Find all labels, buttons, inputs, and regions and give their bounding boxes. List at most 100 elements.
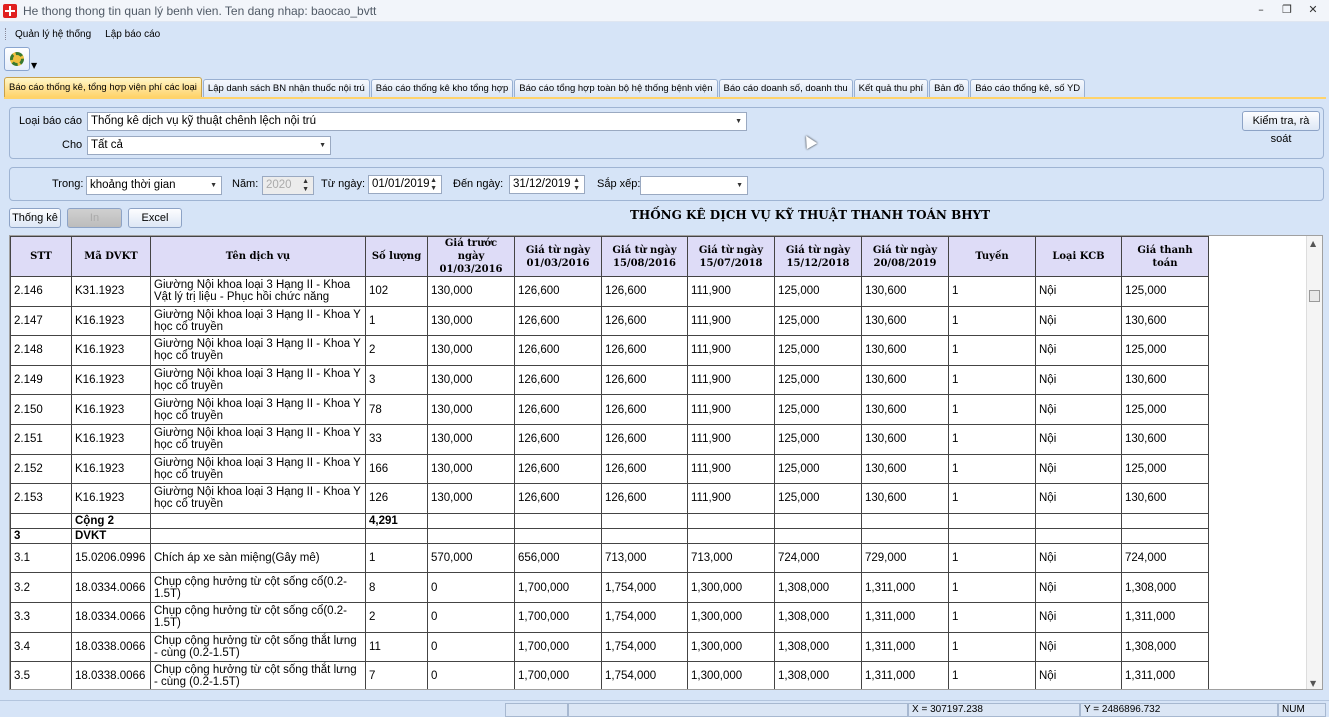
table-cell: 1,700,000 [514, 601, 602, 633]
table-row[interactable]: 2.152 K16.1923 Giường Nội khoa loại 3 Hạng… [10, 453, 1209, 485]
sort-select[interactable]: ▼ [640, 176, 748, 195]
table-cell: Nội [1035, 335, 1122, 366]
vertical-scrollbar[interactable]: ▲ ▼ [1306, 236, 1322, 689]
column-header[interactable]: Giá từ ngày 15/07/2018 [687, 236, 775, 277]
from-date-picker[interactable]: 01/01/2019 ▲ ▼ [368, 175, 442, 194]
table-cell: 1,308,000 [1121, 631, 1209, 663]
table-row[interactable]: 3.4 18.0338.0066 Chụp cộng hưởng từ cột số… [10, 631, 1209, 663]
table-cell: 130,000 [427, 335, 515, 366]
column-header[interactable]: Giá từ ngày 01/03/2016 [514, 236, 602, 277]
table-cell: 1 [948, 364, 1036, 396]
period-select[interactable]: khoảng thời gian ▼ [86, 176, 222, 195]
menu-reports[interactable]: Lập báo cáo [98, 29, 167, 40]
check-review-button[interactable]: Kiểm tra, rà soát [1242, 111, 1320, 145]
to-date-picker[interactable]: 31/12/2019 ▲ ▼ [509, 175, 585, 194]
table-cell: 130,600 [861, 483, 949, 514]
table-cell [948, 527, 1036, 544]
table-row[interactable]: 3.5 18.0338.0066 Chụp cộng hưởng từ cột số… [10, 661, 1209, 689]
table-row[interactable]: 3.2 18.0334.0066 Chụp cộng hưởng từ cột số… [10, 572, 1209, 603]
column-header[interactable]: Số lượng [365, 236, 428, 277]
table-row[interactable]: 2.146 K31.1923 Giường Nội khoa loại 3 Hạng… [10, 276, 1209, 307]
table-row[interactable]: 3.1 15.0206.0996 Chích áp xe sàn miệng(Gây… [10, 542, 1209, 574]
toolbar-dropdown-arrow-icon[interactable]: ▼ [31, 61, 37, 70]
column-header[interactable]: Giá thanh toán [1121, 236, 1209, 277]
column-header[interactable]: Tuyến [948, 236, 1036, 277]
table-row[interactable]: 2.149 K16.1923 Giường Nội khoa loại 3 Hạng… [10, 364, 1209, 396]
table-cell: 126,600 [514, 453, 602, 485]
column-header[interactable]: Giá trước ngày 01/03/2016 [427, 236, 515, 277]
table-cell: 166 [365, 453, 428, 485]
table-cell: 3 [365, 364, 428, 396]
restore-button[interactable]: ❐ [1277, 2, 1297, 18]
table-cell: 130,000 [427, 276, 515, 307]
table-row[interactable]: 2.147 K16.1923 Giường Nội khoa loại 3 Hạng… [10, 305, 1209, 337]
table-cell: 126,600 [601, 305, 688, 337]
year-spinner[interactable]: 2020 ▲ ▼ [262, 176, 314, 195]
table-cell: 1,300,000 [687, 601, 775, 633]
for-select[interactable]: Tất cả ▼ [87, 136, 331, 155]
table-cell: 1,311,000 [1121, 601, 1209, 633]
report-type-select[interactable]: Thống kê dịch vụ kỹ thuật chênh lệch nội… [87, 112, 747, 131]
tab-fee-statistics[interactable]: Báo cáo thống kê, tổng hợp viện phí các … [4, 77, 202, 97]
table-cell: 125,000 [1121, 394, 1209, 425]
settings-gear-icon[interactable] [4, 47, 30, 71]
column-header[interactable]: Giá từ ngày 20/08/2019 [861, 236, 949, 277]
tab-warehouse-statistics[interactable]: Báo cáo thống kê kho tổng hợp [370, 79, 514, 97]
table-cell: 7 [365, 661, 428, 689]
stats-button[interactable]: Thống kê [9, 208, 61, 228]
table-row[interactable]: 2.150 K16.1923 Giường Nội khoa loại 3 Hạng… [10, 394, 1209, 425]
excel-button[interactable]: Excel [128, 208, 182, 228]
tab-yd-statistics[interactable]: Báo cáo thống kê, số YD [970, 79, 1086, 97]
menu-system[interactable]: Quản lý hệ thống [8, 29, 98, 40]
column-header[interactable]: Loại KCB [1035, 236, 1122, 277]
table-cell [948, 512, 1036, 529]
table-row[interactable]: 3.3 18.0334.0066 Chụp cộng hưởng từ cột số… [10, 601, 1209, 633]
table-row[interactable]: 2.153 K16.1923 Giường Nội khoa loại 3 Hạng… [10, 483, 1209, 514]
tab-hospital-summary[interactable]: Báo cáo tổng hợp toàn bộ hệ thống bệnh v… [514, 79, 718, 97]
table-cell: 126,600 [601, 453, 688, 485]
print-button[interactable]: In [67, 208, 122, 228]
window-title: He thong thong tin quan lý benh vien. Te… [23, 3, 377, 18]
table-cell: 570,000 [427, 542, 515, 574]
table-cell: 1 [948, 335, 1036, 366]
scroll-thumb[interactable] [1309, 290, 1320, 302]
table-cell: 130,000 [427, 305, 515, 337]
column-header[interactable]: Mã DVKT [71, 236, 151, 277]
table-cell: 130,600 [1121, 483, 1209, 514]
table-cell: 130,600 [861, 394, 949, 425]
table-row[interactable]: 2.148 K16.1923 Giường Nội khoa loại 3 Hạng… [10, 335, 1209, 366]
for-label: Cho [62, 139, 83, 151]
table-cell: 1,754,000 [601, 631, 688, 663]
scroll-up-icon[interactable]: ▲ [1310, 239, 1316, 248]
tab-fee-results[interactable]: Kết quả thu phí [853, 79, 929, 97]
chevron-down-icon: ▼ [319, 142, 326, 149]
column-header[interactable]: Tên dịch vụ [150, 236, 366, 277]
chevron-down-icon: ▼ [210, 182, 217, 189]
table-cell: 2.147 [10, 305, 72, 337]
table-cell: Nội [1035, 305, 1122, 337]
tab-map[interactable]: Bản đồ [929, 79, 970, 97]
table-row[interactable]: Cộng 2 4,291 [10, 512, 1209, 529]
table-cell: 18.0334.0066 [71, 572, 151, 603]
table-cell: Nội [1035, 631, 1122, 663]
minimize-button[interactable]: – [1251, 2, 1271, 18]
tab-revenue[interactable]: Báo cáo doanh số, doanh thu [718, 79, 853, 97]
table-cell: 130,000 [427, 483, 515, 514]
table-cell: 130,600 [861, 305, 949, 337]
table-cell: K16.1923 [71, 483, 151, 514]
column-header[interactable]: Giá từ ngày 15/12/2018 [774, 236, 862, 277]
scroll-down-icon[interactable]: ▼ [1310, 679, 1316, 688]
tab-inpatient-medicine-list[interactable]: Lập danh sách BN nhận thuốc nội trú [202, 79, 370, 97]
table-cell: Chụp cộng hưởng từ cột sống cổ(0.2-1.5T) [150, 572, 366, 603]
table-cell: Chụp cộng hưởng từ cột sống cổ(0.2-1.5T) [150, 601, 366, 633]
table-row[interactable]: 2.151 K16.1923 Giường Nội khoa loại 3 Hạng… [10, 423, 1209, 455]
close-button[interactable]: ✕ [1303, 2, 1323, 18]
table-cell: 1 [948, 631, 1036, 663]
table-cell: 130,600 [861, 276, 949, 307]
table-row[interactable]: 3 DVKT [10, 527, 1209, 544]
report-grid[interactable]: STT Mã DVKT Tên dịch vụ Số lượng Giá trước n… [9, 235, 1323, 690]
column-header[interactable]: STT [10, 236, 72, 277]
column-header[interactable]: Giá từ ngày 15/08/2016 [601, 236, 688, 277]
table-cell: 125,000 [774, 483, 862, 514]
report-type-group: Loại báo cáo Thống kê dịch vụ kỹ thuật c… [9, 107, 1324, 159]
